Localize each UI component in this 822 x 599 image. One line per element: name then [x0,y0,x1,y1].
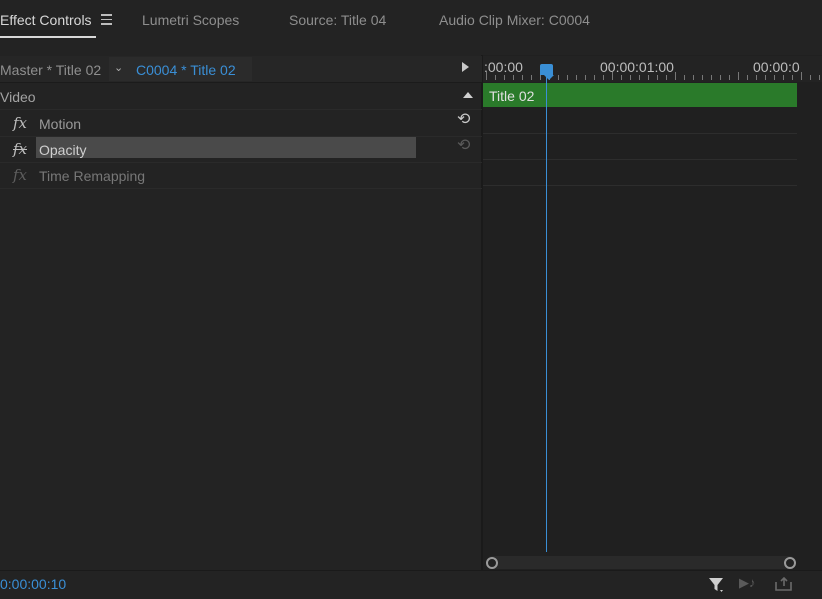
panel-menu-icon[interactable] [101,14,112,25]
effect-row-time-remapping[interactable]: fx Time Remapping [0,162,482,189]
panel-tab-bar: Effect Controls Lumetri Scopes Source: T… [0,0,822,42]
collapse-up-arrow-icon[interactable] [463,92,473,98]
ruler-tick [720,75,721,80]
effect-row-opacity[interactable]: fx Opacity ⟲ [0,135,482,163]
ruler-tick [540,75,541,80]
current-timecode[interactable]: 0:00:00:10 [0,576,66,592]
zoom-scroll-handle-left[interactable] [486,557,498,569]
ruler-timecode: 00:00:0 [753,59,800,75]
fx-toggle-icon[interactable]: fx [13,140,27,158]
ruler-tick [612,72,613,80]
ruler-tick [774,75,775,80]
lane-divider [483,185,797,186]
ruler-tick [738,72,739,80]
ruler-tick [567,75,568,80]
reset-icon-disabled[interactable]: ⟲ [457,135,470,154]
ruler-tick [576,75,577,80]
ruler-tick [765,75,766,80]
reset-icon[interactable]: ⟲ [457,109,470,128]
ruler-tick [648,75,649,80]
show-timeline-arrow-icon[interactable] [462,62,469,72]
ruler-tick [513,75,514,80]
ruler-tick [792,75,793,80]
effect-label-motion: Motion [39,116,82,132]
filter-icon[interactable] [708,576,726,594]
video-section-label: Video [0,89,36,105]
ruler-tick [810,75,811,80]
chevron-down-icon[interactable]: ⌄ [114,61,123,74]
lane-divider [483,133,797,134]
ruler-tick [684,75,685,80]
ruler-tick [558,75,559,80]
ruler-tick [693,75,694,80]
lane-divider [483,159,797,160]
status-bar [0,570,822,599]
tab-lumetri-scopes[interactable]: Lumetri Scopes [142,12,239,28]
ruler-tick [747,75,748,80]
ruler-tick [657,75,658,80]
master-clip-label[interactable]: Master * Title 02 [0,62,101,78]
ruler-timecode: :00:00 [484,59,523,75]
ruler-tick [585,75,586,80]
playhead-line[interactable] [546,76,547,552]
loop-audio-icon[interactable]: ▶♪ [739,575,756,591]
ruler-tick [783,75,784,80]
tab-audio-clip-mixer[interactable]: Audio Clip Mixer: C0004 [439,12,590,28]
ruler-tick [495,75,496,80]
ruler-tick [603,75,604,80]
ruler-tick [711,75,712,80]
ruler-tick [639,75,640,80]
ruler-tick [531,75,532,80]
ruler-tick [801,72,802,80]
ruler-tick [702,75,703,80]
ruler-tick [819,75,820,80]
ruler-tick [675,72,676,80]
playhead-marker [544,75,554,80]
video-section-header[interactable]: Video [0,83,482,110]
export-frame-icon[interactable] [774,576,794,592]
zoom-scrollbar[interactable] [486,556,796,569]
clip-bar-label: Title 02 [489,88,535,104]
ruler-tick [504,75,505,80]
tab-source[interactable]: Source: Title 04 [289,12,386,28]
ruler-tick [666,75,667,80]
fx-icon[interactable]: fx [13,114,27,132]
ruler-tick [729,75,730,80]
playhead-handle[interactable] [540,64,553,75]
effect-label-time-remapping: Time Remapping [39,168,146,184]
ruler-tick [486,72,487,80]
ruler-tick [630,75,631,80]
ruler-tick [594,75,595,80]
active-tab-underline [0,36,96,38]
ruler-tick [621,75,622,80]
clip-name-label[interactable]: C0004 * Title 02 [136,62,236,78]
zoom-scroll-handle-right[interactable] [784,557,796,569]
effect-row-motion[interactable]: fx Motion ⟲ [0,109,482,137]
tab-effect-controls[interactable]: Effect Controls [0,12,92,32]
fx-icon-disabled: fx [13,166,28,184]
effect-label-opacity: Opacity [39,142,87,158]
ruler-tick [756,75,757,80]
ruler-tick [522,75,523,80]
